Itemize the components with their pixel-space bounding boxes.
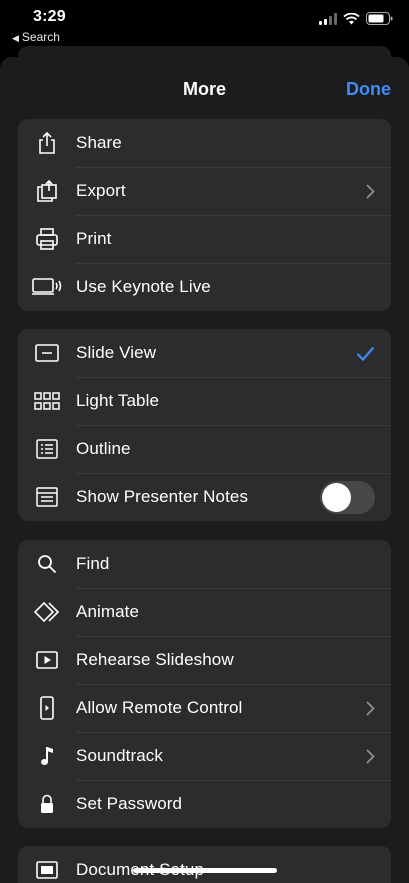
- chevron-right-icon: [366, 167, 375, 215]
- menu-item-find[interactable]: Find: [18, 540, 391, 588]
- export-icon: [18, 167, 76, 215]
- presenter-notes-toggle[interactable]: [320, 480, 375, 514]
- document-setup-icon: [18, 846, 76, 883]
- menu-item-label: Show Presenter Notes: [76, 487, 249, 506]
- animate-icon: [18, 588, 76, 636]
- menu-item-label: Outline: [76, 439, 131, 458]
- menu-item-label: Animate: [76, 602, 140, 621]
- menu-item-label: Slide View: [76, 343, 157, 362]
- menu-item-label: Allow Remote Control: [76, 698, 243, 717]
- light-table-icon: [18, 377, 76, 425]
- menu-item-set-password[interactable]: Set Password: [18, 780, 391, 828]
- sheet-header: More Done: [0, 57, 409, 121]
- toggle-container: [320, 473, 375, 521]
- menu-item-slide-view[interactable]: Slide View: [18, 329, 391, 377]
- menu-item-animate[interactable]: Animate: [18, 588, 391, 636]
- print-icon: [18, 215, 76, 263]
- menu-item-soundtrack[interactable]: Soundtrack: [18, 732, 391, 780]
- status-icons: [319, 12, 393, 25]
- menu-item-share[interactable]: Share: [18, 119, 391, 167]
- more-sheet: More Done Share Export Print Use Keynote…: [0, 57, 409, 883]
- back-to-search-link[interactable]: ◀ Search: [12, 30, 60, 44]
- chevron-right-icon: [366, 732, 375, 780]
- checkmark-icon: [356, 329, 375, 377]
- menu-item-rehearse[interactable]: Rehearse Slideshow: [18, 636, 391, 684]
- view-options-group: Slide View Light Table Outline Show Pres…: [18, 329, 391, 521]
- menu-item-remote-control[interactable]: Allow Remote Control: [18, 684, 391, 732]
- menu-item-label: Soundtrack: [76, 746, 163, 765]
- menu-item-label: Rehearse Slideshow: [76, 650, 234, 669]
- menu-item-label: Use Keynote Live: [76, 277, 211, 296]
- menu-item-document-setup[interactable]: Document Setup: [18, 846, 391, 883]
- menu-item-label: Export: [76, 181, 126, 200]
- toggle-knob: [322, 482, 351, 512]
- back-search-label: Search: [21, 30, 60, 44]
- keynote-live-icon: [18, 263, 76, 311]
- menu-item-label: Light Table: [76, 391, 160, 410]
- chevron-right-icon: [366, 684, 375, 732]
- battery-icon: [366, 12, 393, 25]
- remote-control-icon: [18, 684, 76, 732]
- tools-group: Find Animate Rehearse Slideshow Allow Re…: [18, 540, 391, 828]
- menu-item-presenter-notes: Show Presenter Notes: [18, 473, 391, 521]
- lock-icon: [18, 780, 76, 828]
- wifi-icon: [343, 12, 360, 24]
- menu-item-light-table[interactable]: Light Table: [18, 377, 391, 425]
- file-actions-group: Share Export Print Use Keynote Live: [18, 119, 391, 311]
- menu-item-label: Share: [76, 133, 122, 152]
- music-note-icon: [18, 732, 76, 780]
- menu-item-print[interactable]: Print: [18, 215, 391, 263]
- menu-item-export[interactable]: Export: [18, 167, 391, 215]
- menu-item-label: Set Password: [76, 794, 183, 813]
- share-icon: [18, 119, 76, 167]
- document-group: Document Setup: [18, 846, 391, 883]
- status-time: 3:29: [33, 8, 66, 25]
- menu-item-label: Print: [76, 229, 112, 248]
- menu-item-keynote-live[interactable]: Use Keynote Live: [18, 263, 391, 311]
- home-indicator[interactable]: [133, 868, 277, 873]
- rehearse-icon: [18, 636, 76, 684]
- menu-item-outline[interactable]: Outline: [18, 425, 391, 473]
- back-arrow-icon: ◀: [12, 33, 19, 43]
- presenter-notes-icon: [18, 473, 76, 521]
- done-button[interactable]: Done: [346, 79, 391, 100]
- search-icon: [18, 540, 76, 588]
- outline-icon: [18, 425, 76, 473]
- cellular-signal-icon: [319, 12, 337, 25]
- menu-item-label: Find: [76, 554, 110, 573]
- status-bar: 3:29 ◀ Search: [0, 0, 409, 46]
- slide-view-icon: [18, 329, 76, 377]
